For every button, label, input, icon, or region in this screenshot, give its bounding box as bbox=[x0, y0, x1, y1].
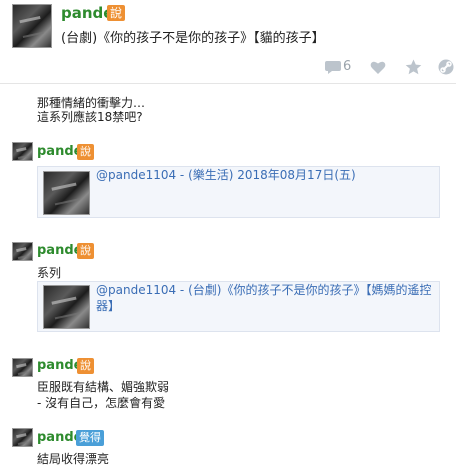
comment-text: 這系列應該18禁吧? bbox=[37, 110, 143, 124]
status-badge: 覺得 bbox=[76, 430, 104, 446]
link-icon[interactable] bbox=[438, 59, 454, 75]
status-badge: 說 bbox=[77, 144, 94, 160]
quote-avatar bbox=[43, 285, 90, 329]
quote-link[interactable]: @pande1104 - (台劇)《你的孩子不是你的孩子》【媽媽的遙控 bbox=[96, 282, 431, 299]
comment-text: 系列 bbox=[37, 266, 62, 280]
status-badge: 說 bbox=[77, 358, 94, 374]
star-icon[interactable] bbox=[405, 59, 422, 75]
username[interactable]: pande bbox=[37, 243, 82, 258]
quote-card[interactable]: @pande1104 - (樂生活) 2018年08月17日(五) bbox=[37, 166, 440, 218]
comment-text: 結局收得漂亮 bbox=[37, 452, 110, 466]
quote-card[interactable]: @pande1104 - (台劇)《你的孩子不是你的孩子》【媽媽的遙控 器】 bbox=[37, 281, 440, 332]
avatar[interactable] bbox=[12, 4, 52, 48]
username[interactable]: pande bbox=[61, 4, 113, 22]
username[interactable]: pande bbox=[37, 358, 82, 373]
status-badge: 說 bbox=[77, 243, 94, 259]
comment-icon bbox=[325, 61, 341, 74]
quote-link[interactable]: 器】 bbox=[96, 298, 120, 315]
username[interactable]: pande bbox=[37, 144, 82, 159]
quote-avatar bbox=[43, 171, 90, 215]
heart-icon[interactable] bbox=[370, 60, 386, 75]
comment-count: 6 bbox=[343, 59, 352, 74]
status-badge: 說 bbox=[107, 5, 126, 21]
avatar[interactable] bbox=[12, 428, 33, 447]
page-title: (台劇)《你的孩子不是你的孩子》【貓的孩子】 bbox=[61, 31, 325, 46]
comment-text: - 沒有自己，怎麼會有愛 bbox=[37, 396, 166, 410]
avatar[interactable] bbox=[12, 358, 33, 377]
avatar[interactable] bbox=[12, 142, 33, 161]
comment-text: 臣服既有結構、媚強欺弱 bbox=[37, 380, 170, 394]
divider bbox=[0, 83, 456, 84]
avatar[interactable] bbox=[12, 242, 33, 261]
quote-link[interactable]: @pande1104 - (樂生活) 2018年08月17日(五) bbox=[96, 167, 356, 184]
